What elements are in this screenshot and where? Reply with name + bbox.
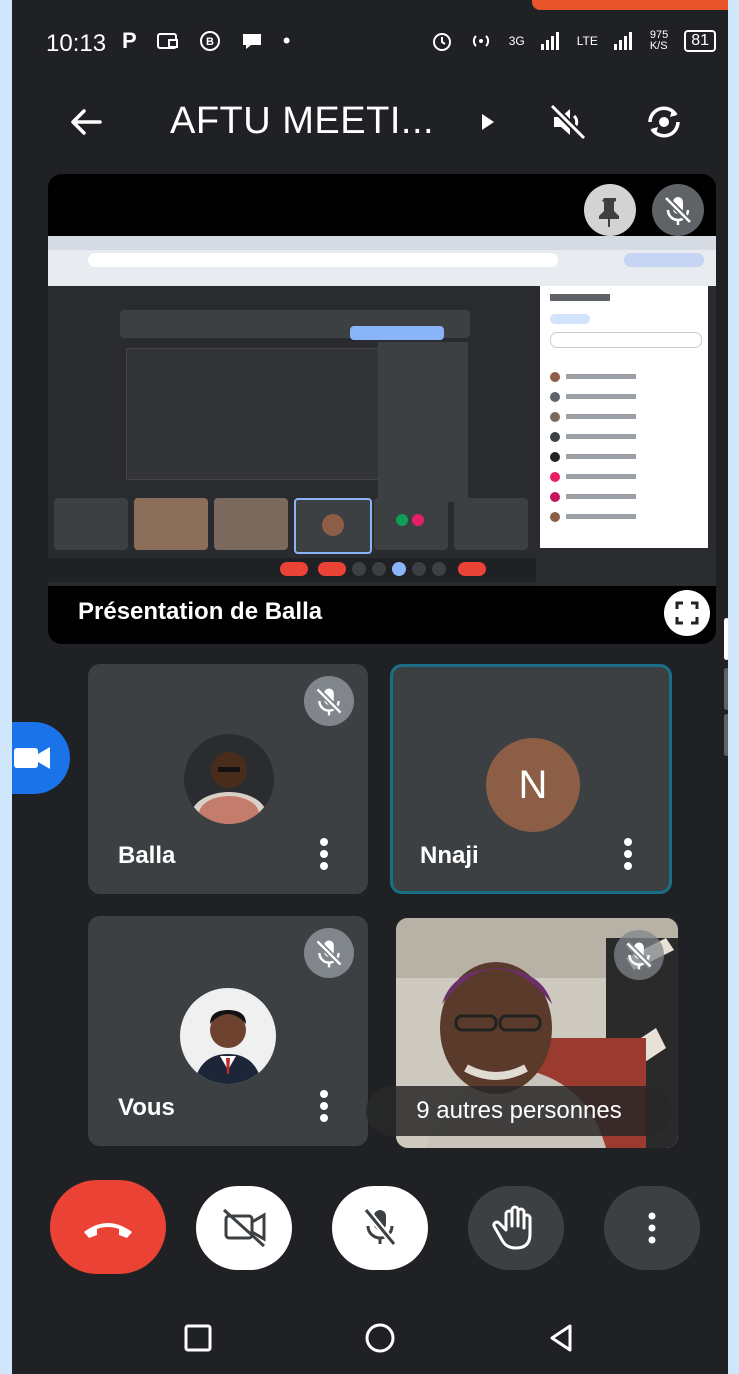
top-accent-bar bbox=[532, 0, 728, 10]
presentation-footer: Présentation de Balla bbox=[48, 586, 716, 644]
scroll-track bbox=[724, 668, 728, 710]
shared-meet-view bbox=[48, 286, 536, 586]
more-options-button[interactable] bbox=[604, 1186, 700, 1270]
phone-hangup-icon bbox=[84, 1223, 132, 1238]
participant-tile-nnaji[interactable]: N Nnaji bbox=[390, 664, 672, 894]
video-camera-icon bbox=[14, 747, 50, 769]
chat-icon bbox=[242, 34, 261, 49]
square-icon[interactable] bbox=[178, 1318, 218, 1358]
more-vert-icon[interactable] bbox=[618, 834, 638, 874]
participant-tile-self[interactable]: Vous bbox=[88, 916, 368, 1146]
person-photo-icon bbox=[194, 1010, 262, 1084]
shared-browser-toolbar bbox=[48, 236, 716, 286]
signal-icon bbox=[540, 32, 559, 50]
pin-icon bbox=[599, 198, 619, 227]
arrow-left-icon[interactable] bbox=[64, 100, 108, 144]
system-nav-bar bbox=[12, 1300, 728, 1374]
hotspot-icon bbox=[472, 35, 489, 47]
avatar: N bbox=[486, 738, 580, 832]
system-icons: 3G LTE 975 K/S 81 bbox=[431, 30, 716, 52]
fullscreen-button[interactable] bbox=[664, 590, 710, 636]
scroll-thumb[interactable] bbox=[724, 618, 728, 660]
avatar bbox=[180, 988, 276, 1084]
raise-hand-icon bbox=[492, 1205, 532, 1250]
svg-text:B: B bbox=[206, 36, 214, 48]
avatar bbox=[184, 734, 274, 824]
speaker-off-icon[interactable] bbox=[546, 100, 590, 144]
person-photo-icon bbox=[191, 752, 267, 824]
presentation-label: Présentation de Balla bbox=[78, 598, 323, 625]
meet-screen: 10:13 P B • 3G LTE 975 K/S 81 AFTU MEETI… bbox=[12, 0, 728, 1374]
fullscreen-icon bbox=[675, 601, 699, 625]
raise-hand-button[interactable] bbox=[468, 1186, 564, 1270]
mic-off-icon bbox=[315, 939, 343, 968]
notification-icons: P B • bbox=[122, 28, 290, 54]
status-time: 10:13 bbox=[46, 30, 107, 57]
presentation-stage[interactable]: Présentation de Balla bbox=[48, 174, 716, 644]
shared-participants-panel bbox=[540, 286, 708, 548]
circle-icon[interactable] bbox=[360, 1318, 400, 1358]
tile-mute-indicator bbox=[304, 676, 354, 726]
more-vert-icon bbox=[648, 1212, 656, 1244]
network-lte: LTE bbox=[576, 34, 598, 48]
dot-icon: • bbox=[282, 28, 291, 53]
mic-off-icon bbox=[663, 195, 693, 225]
pin-button[interactable] bbox=[584, 184, 636, 236]
participant-name: Nnaji bbox=[420, 842, 479, 869]
network-3g: 3G bbox=[508, 34, 525, 48]
presentation-mute-indicator bbox=[652, 184, 704, 236]
others-count-label[interactable]: 9 autres personnes bbox=[366, 1086, 672, 1136]
switch-camera-icon[interactable] bbox=[642, 100, 686, 144]
mic-off-icon bbox=[315, 687, 343, 716]
mic-toggle-button[interactable] bbox=[332, 1186, 428, 1270]
triangle-back-icon[interactable] bbox=[542, 1318, 582, 1358]
more-vert-icon[interactable] bbox=[314, 834, 334, 874]
participant-name: Balla bbox=[118, 842, 176, 869]
self-view-bubble[interactable] bbox=[12, 722, 70, 794]
status-bar: 10:13 P B • 3G LTE 975 K/S 81 bbox=[12, 24, 728, 64]
scroll-track-2 bbox=[724, 714, 728, 756]
mic-off-icon bbox=[363, 1207, 397, 1247]
caret-right-icon[interactable] bbox=[480, 112, 496, 132]
camera-toggle-button[interactable] bbox=[196, 1186, 292, 1270]
more-vert-icon[interactable] bbox=[314, 1086, 334, 1126]
camera-off-icon bbox=[222, 1208, 266, 1248]
alarm-icon bbox=[432, 33, 451, 51]
battery-indicator: 81 bbox=[684, 30, 716, 52]
tile-mute-indicator bbox=[614, 930, 664, 980]
tile-mute-indicator bbox=[304, 928, 354, 978]
p-app-icon: P bbox=[122, 28, 137, 53]
participant-name: Vous bbox=[118, 1094, 175, 1121]
cast-icon bbox=[156, 33, 178, 49]
mic-off-icon bbox=[625, 941, 653, 970]
participant-tile-balla[interactable]: Balla bbox=[88, 664, 368, 894]
signal-icon-2 bbox=[613, 32, 632, 50]
net-speed: 975 K/S bbox=[649, 29, 669, 52]
shared-screen bbox=[48, 236, 716, 586]
b-badge-icon: B bbox=[199, 31, 220, 51]
end-call-button[interactable] bbox=[50, 1180, 166, 1274]
call-header: AFTU MEETI... bbox=[12, 90, 728, 160]
meeting-title[interactable]: AFTU MEETI... bbox=[170, 100, 434, 143]
